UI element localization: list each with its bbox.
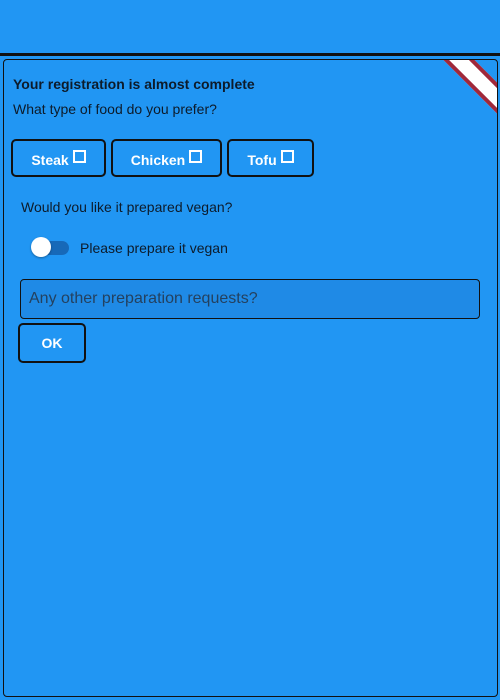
- dialog-title: Your registration is almost complete: [13, 76, 255, 92]
- food-options: Steak Chicken Tofu: [11, 139, 314, 177]
- preparation-requests-input[interactable]: [20, 279, 480, 319]
- food-option-label: Chicken: [130, 152, 186, 168]
- debug-banner-stripe: [442, 60, 497, 118]
- food-option-chicken[interactable]: Chicken: [111, 139, 222, 177]
- vegan-toggle-label: Please prepare it vegan: [80, 240, 228, 256]
- app-bar: [0, 0, 500, 56]
- food-option-label: Steak: [31, 152, 69, 168]
- food-option-label: Tofu: [247, 152, 277, 168]
- checkbox-icon[interactable]: [189, 149, 203, 163]
- ok-button[interactable]: OK: [18, 323, 86, 363]
- food-question: What type of food do you prefer?: [13, 101, 217, 117]
- registration-dialog: Your registration is almost complete Wha…: [3, 59, 498, 697]
- food-option-tofu[interactable]: Tofu: [227, 139, 314, 177]
- vegan-toggle[interactable]: [31, 237, 69, 257]
- debug-banner: [439, 60, 497, 118]
- checkbox-icon[interactable]: [280, 149, 294, 163]
- food-option-steak[interactable]: Steak: [11, 139, 106, 177]
- checkbox-icon[interactable]: [72, 149, 86, 163]
- toggle-knob[interactable]: [31, 237, 51, 257]
- vegan-question: Would you like it prepared vegan?: [21, 199, 233, 215]
